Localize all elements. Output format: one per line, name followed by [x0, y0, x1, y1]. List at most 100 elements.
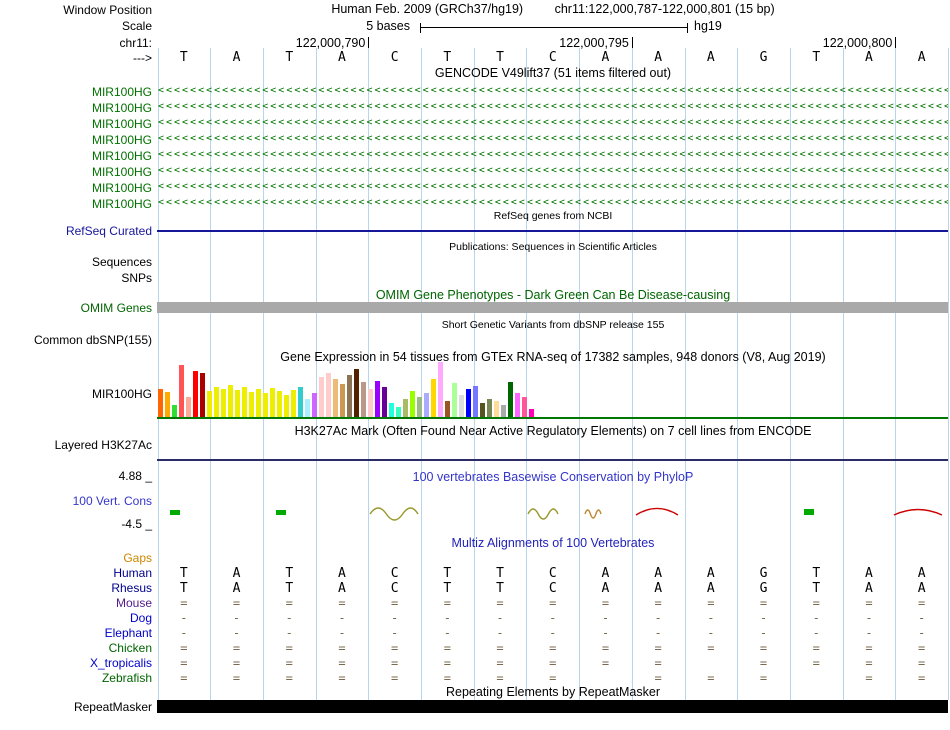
sidebar-label-mir100hg-5[interactable]: MIR100HG: [0, 149, 152, 163]
gtex-bar[interactable]: [515, 393, 520, 417]
gtex-bar[interactable]: [193, 371, 198, 417]
gtex-bar[interactable]: [403, 399, 408, 417]
gtex-bar[interactable]: [487, 399, 492, 417]
species-label-elephant[interactable]: Elephant: [0, 626, 152, 640]
sidebar-label-common-dbsnp[interactable]: Common dbSNP(155): [0, 333, 152, 347]
gtex-bar[interactable]: [445, 401, 450, 417]
sidebar-label-mir100hg-4[interactable]: MIR100HG: [0, 133, 152, 147]
refseq-curated-line[interactable]: [157, 230, 948, 232]
species-label-chicken[interactable]: Chicken: [0, 641, 152, 655]
gtex-bar[interactable]: [368, 389, 373, 417]
species-label-human[interactable]: Human: [0, 566, 152, 580]
base-letter: A: [632, 50, 685, 65]
gtex-bar[interactable]: [452, 383, 457, 417]
gtex-bar[interactable]: [235, 390, 240, 417]
h3k27ac-baseline[interactable]: [157, 459, 948, 461]
sidebar-label-snps[interactable]: SNPs: [0, 271, 152, 285]
sidebar-label-gtex-gene[interactable]: MIR100HG: [0, 387, 152, 401]
gtex-bar[interactable]: [221, 389, 226, 417]
gtex-bar[interactable]: [459, 395, 464, 417]
gtex-bar[interactable]: [382, 387, 387, 417]
gtex-bar[interactable]: [172, 405, 177, 417]
gtex-bar[interactable]: [494, 401, 499, 417]
gtex-bar[interactable]: [340, 384, 345, 417]
species-label-gaps[interactable]: Gaps: [0, 551, 152, 565]
species-label-rhesus[interactable]: Rhesus: [0, 581, 152, 595]
gtex-bar[interactable]: [165, 392, 170, 417]
gtex-bar[interactable]: [186, 397, 191, 417]
gtex-bar[interactable]: [263, 393, 268, 417]
gtex-bar[interactable]: [347, 375, 352, 417]
gtex-bar[interactable]: [417, 397, 422, 417]
gtex-bar[interactable]: [522, 397, 527, 417]
gtex-bar[interactable]: [298, 387, 303, 417]
gtex-bar[interactable]: [473, 386, 478, 417]
omim-genes-bar[interactable]: [157, 302, 948, 313]
sidebar-label-repeatmasker[interactable]: RepeatMasker: [0, 700, 152, 714]
sidebar-label-omim-genes[interactable]: OMIM Genes: [0, 301, 152, 315]
gtex-bar[interactable]: [501, 405, 506, 417]
gtex-bar[interactable]: [466, 389, 471, 417]
gtex-bar[interactable]: [270, 388, 275, 417]
gtex-bar[interactable]: [179, 365, 184, 417]
gene-row-mir100hg[interactable]: <<<<<<<<<<<<<<<<<<<<<<<<<<<<<<<<<<<<<<<<…: [158, 115, 948, 131]
gene-row-mir100hg[interactable]: <<<<<<<<<<<<<<<<<<<<<<<<<<<<<<<<<<<<<<<<…: [158, 147, 948, 163]
gtex-bar[interactable]: [277, 391, 282, 417]
alignment-cell: -: [579, 626, 632, 640]
gtex-bar[interactable]: [158, 389, 163, 417]
alignment-cell: =: [843, 596, 896, 610]
gene-row-mir100hg[interactable]: <<<<<<<<<<<<<<<<<<<<<<<<<<<<<<<<<<<<<<<<…: [158, 195, 948, 211]
sidebar-label-mir100hg-1[interactable]: MIR100HG: [0, 85, 152, 99]
gtex-bar[interactable]: [438, 362, 443, 417]
sidebar-label-sequences[interactable]: Sequences: [0, 255, 152, 269]
gtex-bar[interactable]: [480, 403, 485, 417]
gene-row-mir100hg[interactable]: <<<<<<<<<<<<<<<<<<<<<<<<<<<<<<<<<<<<<<<<…: [158, 83, 948, 99]
gtex-bar[interactable]: [207, 391, 212, 417]
base-letter: A: [579, 50, 632, 65]
gtex-bar[interactable]: [354, 369, 359, 417]
gtex-bar[interactable]: [410, 391, 415, 417]
sidebar-label-mir100hg-8[interactable]: MIR100HG: [0, 197, 152, 211]
gtex-bar[interactable]: [242, 387, 247, 417]
gtex-bar[interactable]: [424, 393, 429, 417]
h3k27ac-title: H3K27Ac Mark (Often Found Near Active Re…: [158, 424, 948, 438]
gtex-bar[interactable]: [396, 407, 401, 417]
sidebar-label-mir100hg-6[interactable]: MIR100HG: [0, 165, 152, 179]
gtex-bar[interactable]: [361, 382, 366, 417]
repeatmasker-bar[interactable]: [157, 700, 948, 713]
species-label-zebrafish[interactable]: Zebrafish: [0, 671, 152, 685]
gtex-bar[interactable]: [249, 392, 254, 417]
sidebar-label-refseq-curated[interactable]: RefSeq Curated: [0, 224, 152, 238]
gene-row-mir100hg[interactable]: <<<<<<<<<<<<<<<<<<<<<<<<<<<<<<<<<<<<<<<<…: [158, 131, 948, 147]
gtex-bar[interactable]: [305, 399, 310, 417]
gtex-bar[interactable]: [431, 379, 436, 417]
sidebar-label-mir100hg-2[interactable]: MIR100HG: [0, 101, 152, 115]
gtex-bar[interactable]: [529, 409, 534, 417]
gtex-bar[interactable]: [284, 395, 289, 417]
gtex-bar[interactable]: [375, 381, 380, 417]
gtex-bar[interactable]: [214, 387, 219, 417]
base-letter: C: [526, 50, 579, 65]
species-label-mouse[interactable]: Mouse: [0, 596, 152, 610]
gene-row-mir100hg[interactable]: <<<<<<<<<<<<<<<<<<<<<<<<<<<<<<<<<<<<<<<<…: [158, 179, 948, 195]
gtex-bar[interactable]: [389, 403, 394, 417]
sidebar-label-layered-h3k27ac[interactable]: Layered H3K27Ac: [0, 438, 152, 452]
sidebar-label-vert-cons[interactable]: 100 Vert. Cons: [0, 494, 152, 508]
gtex-bar[interactable]: [508, 382, 513, 417]
sidebar-label-mir100hg-7[interactable]: MIR100HG: [0, 181, 152, 195]
gtex-bar[interactable]: [326, 373, 331, 417]
gtex-bar[interactable]: [228, 385, 233, 417]
sidebar-label-mir100hg-3[interactable]: MIR100HG: [0, 117, 152, 131]
species-label-x_tropicalis[interactable]: X_tropicalis: [0, 656, 152, 670]
gene-row-mir100hg[interactable]: <<<<<<<<<<<<<<<<<<<<<<<<<<<<<<<<<<<<<<<<…: [158, 99, 948, 115]
species-label-dog[interactable]: Dog: [0, 611, 152, 625]
gtex-bar[interactable]: [312, 393, 317, 417]
base-letter: A: [210, 50, 263, 65]
gtex-bar[interactable]: [333, 379, 338, 417]
alignment-cell: =: [895, 641, 948, 655]
gtex-bar[interactable]: [256, 389, 261, 417]
gene-row-mir100hg[interactable]: <<<<<<<<<<<<<<<<<<<<<<<<<<<<<<<<<<<<<<<<…: [158, 163, 948, 179]
gtex-bar[interactable]: [291, 390, 296, 417]
gtex-bar[interactable]: [200, 373, 205, 417]
gtex-bar[interactable]: [319, 377, 324, 417]
